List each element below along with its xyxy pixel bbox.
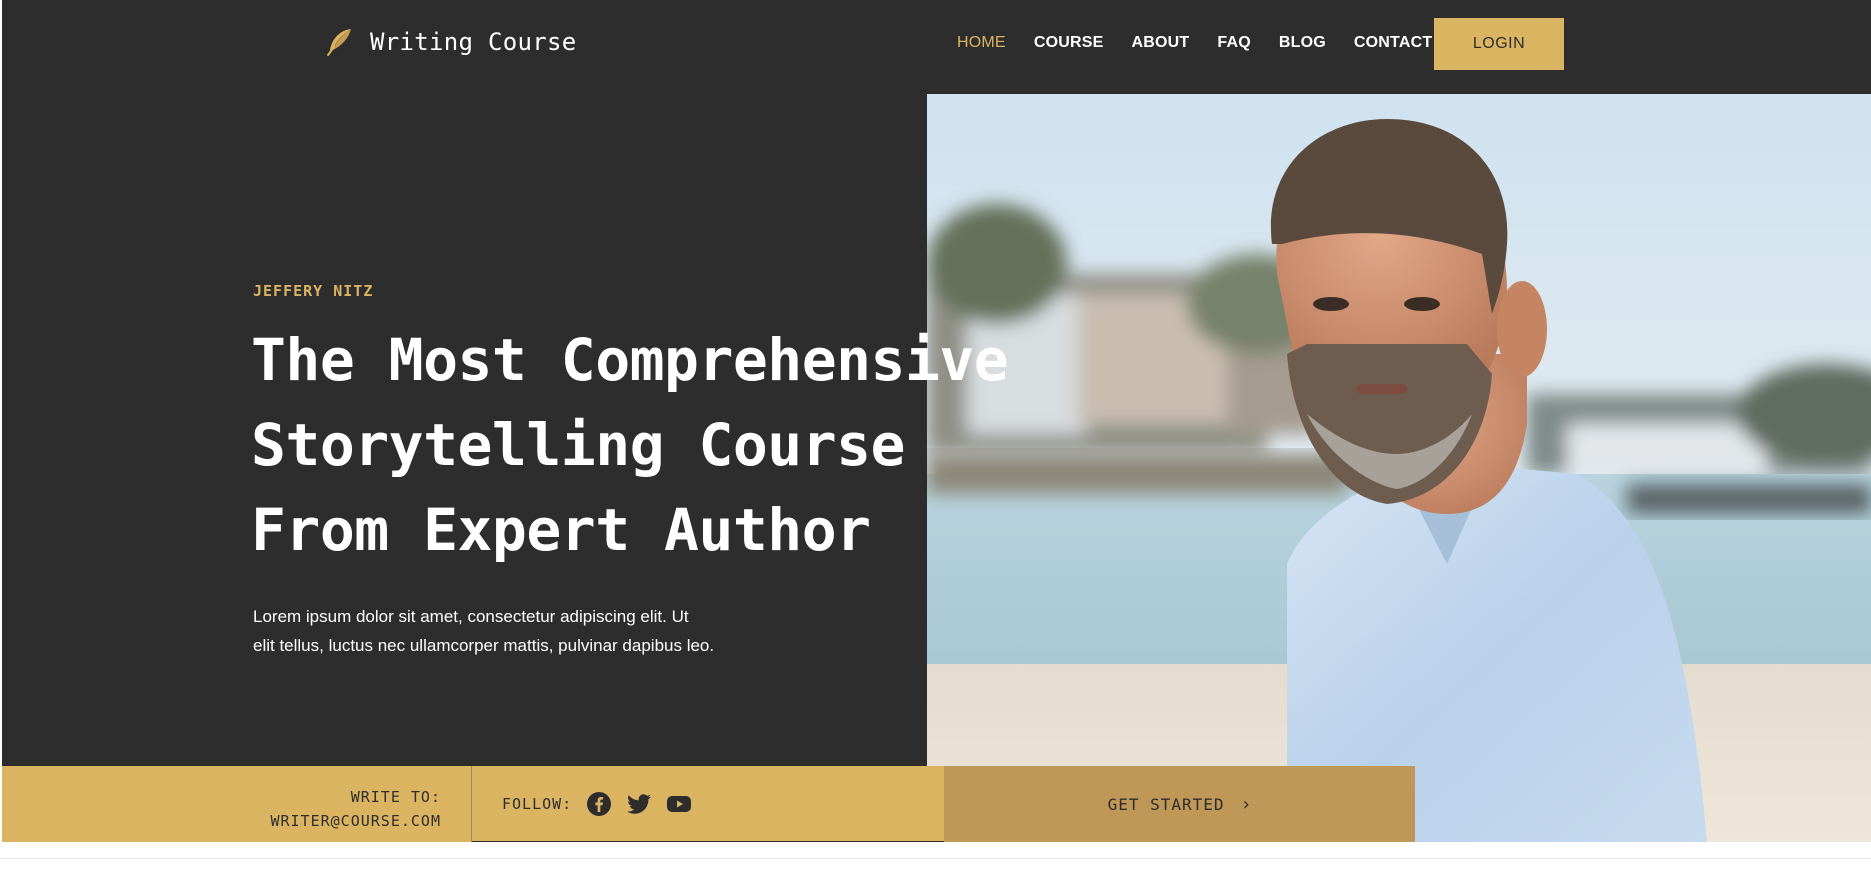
nav-course[interactable]: COURSE — [1034, 34, 1104, 52]
login-button[interactable]: LOGIN — [1434, 18, 1564, 70]
main-nav: HOME COURSE ABOUT FAQ BLOG CONTACT — [957, 34, 1460, 52]
headline-line: The Most Comprehensive — [251, 326, 1009, 394]
bottom-bar: WRITE TO: WRITER@COURSE.COM FOLLOW: GET … — [2, 766, 1415, 842]
feather-icon — [327, 29, 351, 56]
nav-about[interactable]: ABOUT — [1131, 34, 1189, 52]
follow-panel: FOLLOW: — [472, 766, 944, 842]
brand-name: Writing Course — [370, 28, 577, 56]
description-line: Lorem ipsum dolor sit amet, consectetur … — [253, 607, 689, 626]
nav-home[interactable]: HOME — [957, 34, 1006, 52]
nav-faq[interactable]: FAQ — [1217, 34, 1251, 52]
write-to-label: WRITE TO: — [350, 788, 441, 806]
hero-headline: The Most Comprehensive Storytelling Cour… — [251, 318, 1151, 573]
site-header: Writing Course HOME COURSE ABOUT FAQ BLO… — [0, 0, 1871, 94]
email-link[interactable]: WRITER@COURSE.COM — [270, 812, 441, 830]
twitter-icon[interactable] — [626, 791, 652, 817]
description-line: elit tellus, luctus nec ullamcorper matt… — [253, 636, 715, 655]
hero-description: Lorem ipsum dolor sit amet, consectetur … — [253, 602, 753, 660]
divider — [0, 858, 1871, 859]
youtube-icon[interactable] — [666, 791, 692, 817]
follow-label: FOLLOW: — [502, 794, 573, 813]
headline-line: Storytelling Course — [251, 411, 905, 479]
facebook-icon[interactable] — [586, 791, 612, 817]
nav-blog[interactable]: BLOG — [1279, 34, 1326, 52]
nav-contact[interactable]: CONTACT — [1354, 34, 1432, 52]
chevron-right-icon: › — [1240, 793, 1252, 815]
get-started-label: GET STARTED — [1107, 794, 1225, 814]
author-name: JEFFERY NITZ — [253, 282, 374, 300]
write-to-panel: WRITE TO: WRITER@COURSE.COM — [2, 766, 472, 842]
headline-line: From Expert Author — [251, 496, 871, 564]
brand[interactable]: Writing Course — [324, 26, 577, 58]
get-started-button[interactable]: GET STARTED › — [944, 766, 1415, 842]
